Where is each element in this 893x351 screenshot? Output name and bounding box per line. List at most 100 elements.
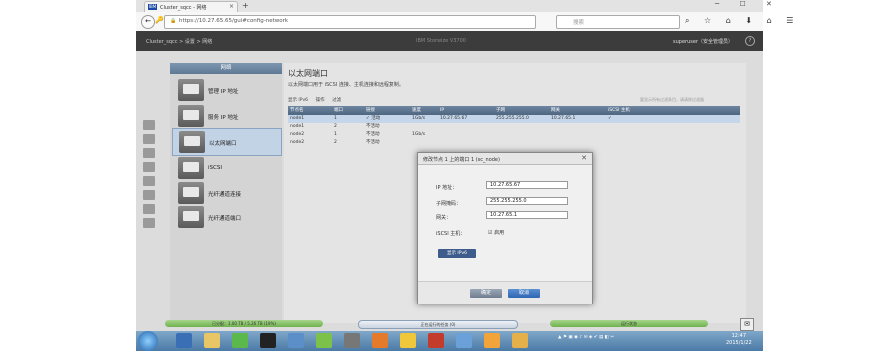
cell: 不活动 — [366, 132, 380, 137]
monitoring-icon[interactable] — [143, 134, 155, 144]
column-header[interactable]: 网关 — [549, 106, 606, 115]
fibre-channel-icon — [178, 206, 204, 228]
left-function-bar — [143, 120, 157, 250]
cell — [606, 131, 740, 139]
cell — [410, 123, 438, 131]
home-icon[interactable] — [143, 120, 155, 130]
start-button[interactable] — [138, 331, 158, 351]
cell — [549, 131, 606, 139]
pdf-icon[interactable] — [428, 333, 444, 348]
app-icon[interactable] — [288, 333, 304, 348]
window-controls[interactable]: ─ ☐ ✕ — [715, 0, 781, 8]
nav-item-fc-connectivity[interactable]: 光纤通道连接 — [172, 180, 280, 206]
forward-arrow-icon[interactable]: 🔑 — [155, 16, 164, 24]
cell: node1 — [290, 124, 305, 129]
nav-item-iscsi[interactable]: iSCSI — [172, 155, 280, 181]
cmd-icon[interactable] — [260, 333, 276, 348]
column-header[interactable]: 端口 — [332, 106, 364, 115]
new-tab-button[interactable]: + — [242, 1, 249, 10]
app-icon[interactable] — [512, 333, 528, 348]
breadcrumb[interactable]: Cluster_sqcc > 设置 > 网络 — [146, 38, 212, 45]
system-clock[interactable]: 12:47 2015/1/22 — [726, 333, 752, 347]
cell: ✓ 活动 — [366, 116, 381, 121]
folder-icon[interactable] — [204, 333, 220, 348]
show-ipv6-toggle[interactable]: 显示 IPv6 — [288, 98, 308, 103]
lock-icon: 🔒 — [170, 18, 177, 24]
close-icon[interactable]: ✕ — [581, 154, 587, 162]
column-header[interactable]: iSCSI 主机 — [606, 106, 740, 115]
system-tray-icons[interactable]: ▲ ⚑ ▣ ◉ ♪ ✉ ◈ ✔ ▤ ◧ ✂ — [558, 335, 614, 340]
ie-alt-icon[interactable] — [232, 333, 248, 348]
clock-time: 12:47 — [731, 333, 747, 339]
column-header[interactable]: 速度 — [410, 106, 438, 115]
table-row[interactable]: node1 1 ✓ 活动 1Gb/s 10.27.65.67 255.255.2… — [288, 115, 740, 123]
nav-item-label: iSCSI — [208, 165, 222, 171]
search-placeholder: 搜索 — [573, 20, 585, 26]
column-header[interactable]: 节点名 — [288, 106, 332, 115]
product-name: IBM Storwize V3700 — [416, 38, 466, 44]
ie-icon[interactable] — [176, 333, 192, 348]
firefox-icon[interactable] — [372, 333, 388, 348]
nav-item-fc-ports[interactable]: 光纤通道端口 — [172, 204, 280, 230]
app-icon[interactable] — [316, 333, 332, 348]
table-row[interactable]: node1 2 不活动 — [288, 123, 740, 131]
table-row[interactable]: node2 1 不活动 1Gb/s — [288, 131, 740, 139]
volumes-icon[interactable] — [143, 162, 155, 172]
column-header[interactable]: 链接 — [364, 106, 410, 115]
iscsi-enable-checkbox[interactable]: ☑ 启用 — [488, 229, 504, 236]
cell — [549, 123, 606, 131]
copy-services-icon[interactable] — [143, 190, 155, 200]
cancel-button[interactable]: 取消 — [508, 289, 540, 298]
subnet-mask-label: 子网掩码： — [436, 201, 462, 207]
close-tab-icon[interactable]: × — [229, 3, 234, 10]
hosts-icon[interactable] — [143, 176, 155, 186]
ok-button[interactable]: 确定 — [470, 289, 502, 298]
column-header[interactable]: IP — [438, 106, 494, 115]
back-arrow-icon[interactable]: ← — [141, 15, 155, 29]
help-icon[interactable]: ? — [745, 36, 755, 46]
fibre-channel-icon — [178, 182, 204, 204]
health-status-bar[interactable]: 运行状态 — [550, 320, 708, 327]
capacity-status-bar[interactable]: 已分配：1.00 TB / 5.26 TB (19%) — [165, 320, 323, 327]
windows-taskbar — [136, 331, 763, 351]
modify-port-dialog: 修改节点 1 上的端口 1 (sc_node) ✕ IP 地址： 10.27.6… — [417, 152, 593, 304]
cell: 2 — [334, 124, 337, 129]
iscsi-host-label: iSCSI 主机： — [436, 231, 466, 237]
toolbar-icons[interactable]: ⌕ ☆ ⌂ ⬇ ⌂ ☰ — [685, 16, 799, 26]
table-header: 节点名 端口 链接 速度 IP 子网 网关 iSCSI 主机 — [288, 106, 740, 115]
server-icon — [178, 105, 204, 127]
user-name[interactable]: superuser（安全管理员） — [673, 38, 733, 45]
table-row[interactable]: node2 2 不活动 — [288, 139, 740, 147]
ip-address-input[interactable]: 10.27.65.67 — [486, 181, 568, 189]
app-icon[interactable] — [344, 333, 360, 348]
page-title: 以太网端口 — [288, 69, 328, 78]
settings-icon[interactable] — [143, 218, 155, 228]
show-ipv6-button[interactable]: 显示 IPv6 — [438, 249, 476, 258]
url-text: https://10.27.65.65/gui#config-network — [179, 18, 289, 24]
nav-item-service-ip[interactable]: 服务 IP 地址 — [172, 103, 280, 129]
notes-icon[interactable] — [400, 333, 416, 348]
column-header[interactable]: 子网 — [494, 106, 549, 115]
app-icon[interactable] — [456, 333, 472, 348]
subnet-mask-input[interactable]: 255.255.255.0 — [486, 197, 568, 205]
cell: node2 — [290, 132, 305, 137]
filter-button[interactable]: 过滤 — [332, 98, 341, 103]
cell: node2 — [290, 140, 305, 145]
cell — [410, 139, 438, 147]
access-icon[interactable] — [143, 204, 155, 214]
dialog-footer: 确定 取消 — [418, 281, 592, 304]
actions-menu[interactable]: 操作 — [316, 98, 325, 103]
cell — [494, 123, 549, 131]
pools-icon[interactable] — [143, 148, 155, 158]
app-icon[interactable] — [484, 333, 500, 348]
nav-item-ethernet-ports[interactable]: 以太网端口 — [172, 128, 282, 156]
running-tasks-bar[interactable]: 正在运行的任务 (0) — [358, 320, 518, 329]
alert-icon[interactable]: ✉ — [740, 318, 754, 331]
cell — [494, 139, 549, 147]
cell — [438, 139, 494, 147]
clock-date: 2015/1/22 — [726, 340, 752, 346]
address-bar[interactable]: 🔒 https://10.27.65.65/gui#config-network — [164, 15, 536, 29]
gateway-input[interactable]: 10.27.65.1 — [486, 211, 568, 219]
nav-item-management-ip[interactable]: 管理 IP 地址 — [172, 77, 280, 103]
search-input[interactable]: 搜索 — [556, 15, 680, 29]
